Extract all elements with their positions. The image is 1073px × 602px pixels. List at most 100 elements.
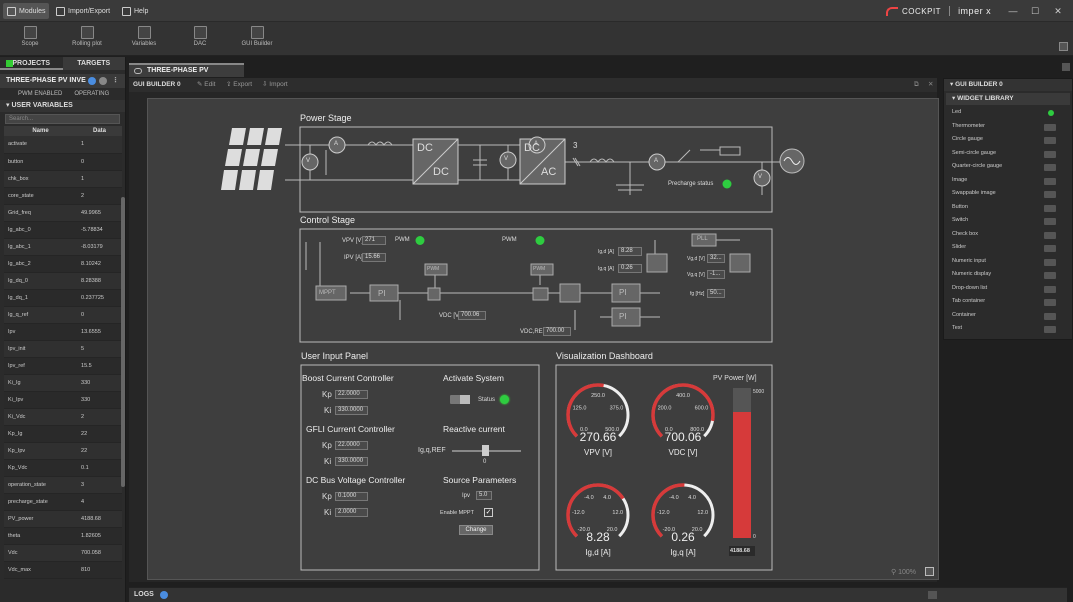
widget-item[interactable]: Container [952, 312, 976, 318]
pwm-label-2: PWM [502, 237, 517, 243]
widget-preview-icon [1044, 285, 1056, 293]
widget-preview-icon [1044, 272, 1056, 279]
user-input-title: User Input Panel [301, 351, 369, 361]
pi-label-2: PI [619, 288, 627, 297]
widget-preview-icon [1048, 110, 1054, 116]
boost-title: Boost Current Controller [302, 373, 394, 383]
gauge-tick-label: -12.0 [657, 510, 670, 516]
precharge-status-led [722, 179, 732, 189]
solar-panel-icon [221, 128, 282, 190]
ammeter-1: A [334, 141, 339, 147]
pwm-block-label-1: PWM [427, 266, 440, 272]
switch-knob [460, 395, 470, 404]
pv-power-min: 0 [753, 534, 756, 540]
logs-expand-icon[interactable] [928, 591, 937, 599]
widget-item[interactable]: Swappable image [952, 190, 996, 196]
igd-display: 8.28 [618, 247, 642, 256]
right-header[interactable]: ▾ GUI BUILDER 0 [944, 79, 1072, 91]
dcdc-bot: DC [433, 166, 449, 178]
slider-value: 0 [483, 459, 487, 465]
pv-power-title: PV Power [W] [713, 375, 757, 382]
widget-preview-icon [1044, 164, 1056, 171]
widget-item[interactable]: Button [952, 204, 968, 210]
source-title: Source Parameters [443, 475, 517, 485]
widget-item[interactable]: Led [952, 109, 961, 115]
fg-label: fg [Hz] [690, 291, 705, 297]
voltmeter-2: V [504, 156, 509, 162]
reactive-title: Reactive current [443, 424, 505, 434]
boost-ki-input[interactable]: 330.0000 [335, 406, 368, 415]
widget-preview-icon [1044, 326, 1056, 333]
reactive-slider-handle[interactable] [482, 445, 489, 456]
gfli-ki-input[interactable]: 330.0000 [335, 457, 368, 466]
widget-item[interactable]: Quarter-circle gauge [952, 163, 1002, 169]
right-header-title: GUI BUILDER 0 [955, 81, 1003, 88]
gauge-value: 270.66 [579, 430, 617, 444]
widget-item[interactable]: Thermometer [952, 123, 985, 129]
igq-label: Ig,q [A] [598, 266, 614, 272]
pwm-led-2 [535, 236, 545, 245]
widget-preview-icon [1044, 245, 1056, 252]
dc-kp-input[interactable]: 0.1000 [335, 492, 368, 501]
widget-preview-icon [1044, 204, 1056, 212]
vgd-display: 32... [707, 254, 725, 263]
gauge-tick-label: 12.0 [612, 510, 623, 516]
pv-power-max: 5000 [753, 389, 765, 395]
gauge-tick-label: -4.0 [584, 495, 593, 501]
widget-item[interactable]: Numeric input [952, 258, 986, 264]
widget-item[interactable]: Circle gauge [952, 136, 983, 142]
mppt-checkbox[interactable]: ✓ [484, 508, 493, 517]
widget-preview-icon [1044, 123, 1056, 131]
fit-icon[interactable] [925, 567, 934, 576]
pi-label-3: PI [619, 312, 627, 321]
dc-ki-input[interactable]: 2.0000 [335, 508, 368, 517]
boost-ki-label: Ki [324, 406, 332, 415]
gauge-tick-label: 375.0 [610, 405, 624, 411]
gfli-kp-input[interactable]: 22.0000 [335, 441, 368, 450]
precharge-label: Precharge status [668, 181, 714, 187]
activate-title: Activate System [443, 373, 504, 383]
gfli-title: GFLI Current Controller [306, 424, 395, 434]
ipv-label: IPV [A] [344, 255, 363, 261]
igd-label: Ig,d [A] [598, 249, 614, 255]
widget-item[interactable]: Semi-circle gauge [952, 150, 996, 156]
vgq-display: -1... [707, 270, 725, 279]
logs-bar[interactable]: LOGS [129, 587, 1067, 602]
widget-preview-icon [1044, 258, 1056, 266]
zoom-value: 100% [898, 569, 916, 576]
fg-display: 50... [707, 289, 725, 298]
widget-item[interactable]: Numeric display [952, 271, 991, 277]
dc-kp-label: Kp [322, 492, 332, 501]
widget-item[interactable]: Switch [952, 217, 968, 223]
ipv-input[interactable]: 5.0 [476, 491, 492, 500]
gauge-tick-label: 600.0 [695, 405, 709, 411]
ipv-input-label: Ipv [462, 493, 471, 499]
change-button[interactable]: Change [459, 525, 493, 535]
boost-kp-input[interactable]: 22.0000 [335, 390, 368, 399]
igq-ref-label: Ig,q,REF [418, 447, 446, 454]
dc-ki-label: Ki [324, 508, 332, 517]
widget-preview-icon [1044, 137, 1056, 144]
zoom-level[interactable]: ⚲ 100% [891, 568, 916, 576]
widget-item[interactable]: Check box [952, 231, 978, 237]
activate-switch[interactable] [450, 395, 470, 404]
gauge-label: Ig,d [A] [585, 548, 611, 557]
widget-item[interactable]: Text [952, 325, 962, 331]
gauge-label: VDC [V] [668, 448, 698, 457]
widget-preview-icon [1044, 150, 1056, 158]
widget-item[interactable]: Image [952, 177, 967, 183]
widget-item[interactable]: Slider [952, 244, 966, 250]
gauge-value: 0.26 [671, 530, 695, 544]
voltmeter-3: V [758, 174, 763, 180]
control-stage-title: Control Stage [300, 215, 356, 225]
dcbus-title: DC Bus Voltage Controller [306, 475, 406, 485]
widget-item[interactable]: Tab container [952, 298, 985, 304]
logs-info-icon [160, 591, 168, 599]
voltmeter-1: V [306, 158, 311, 164]
gauge-tick-label: -4.0 [669, 495, 678, 501]
widget-item[interactable]: Drop-down list [952, 285, 987, 291]
widget-library-header[interactable]: ▾ WIDGET LIBRARY [946, 93, 1070, 105]
pi-label-1: PI [378, 289, 386, 298]
gauge-tick-label: 200.0 [658, 405, 672, 411]
widget-preview-icon [1044, 218, 1056, 225]
